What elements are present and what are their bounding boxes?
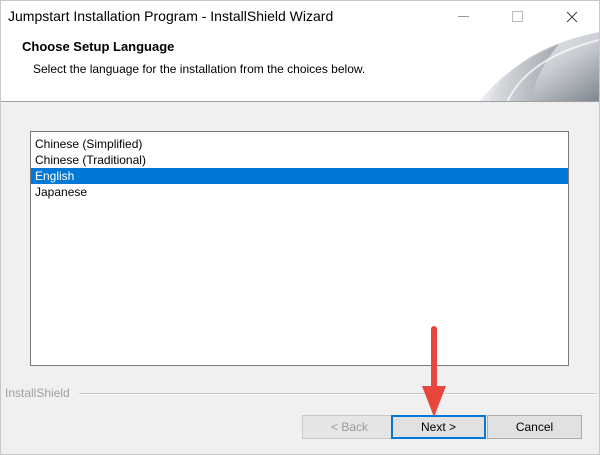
window-title: Jumpstart Installation Program - Install… xyxy=(8,8,334,24)
wizard-header: Choose Setup Language Select the languag… xyxy=(1,32,599,102)
page-subtitle: Select the language for the installation… xyxy=(33,62,366,76)
cancel-button[interactable]: Cancel xyxy=(487,415,582,439)
language-listbox[interactable]: Chinese (Simplified) Chinese (Traditiona… xyxy=(30,131,569,366)
installer-window: Jumpstart Installation Program - Install… xyxy=(0,0,600,455)
language-option-chinese-traditional[interactable]: Chinese (Traditional) xyxy=(31,152,568,168)
installshield-brand: InstallShield xyxy=(5,386,70,400)
minimize-icon xyxy=(458,16,469,17)
back-button[interactable]: < Back xyxy=(302,415,397,439)
minimize-button[interactable] xyxy=(441,1,486,32)
close-button[interactable] xyxy=(549,1,594,32)
maximize-button[interactable] xyxy=(495,1,540,32)
maximize-icon xyxy=(512,11,523,22)
language-option-chinese-simplified[interactable]: Chinese (Simplified) xyxy=(31,136,568,152)
page-curl-graphic xyxy=(479,32,599,101)
language-option-japanese[interactable]: Japanese xyxy=(31,184,568,200)
page-title: Choose Setup Language xyxy=(22,39,175,54)
close-icon xyxy=(566,11,577,22)
arrow-down-icon xyxy=(422,326,446,417)
title-bar[interactable]: Jumpstart Installation Program - Install… xyxy=(1,1,599,32)
footer-divider xyxy=(79,393,597,395)
language-option-english[interactable]: English xyxy=(31,168,568,184)
